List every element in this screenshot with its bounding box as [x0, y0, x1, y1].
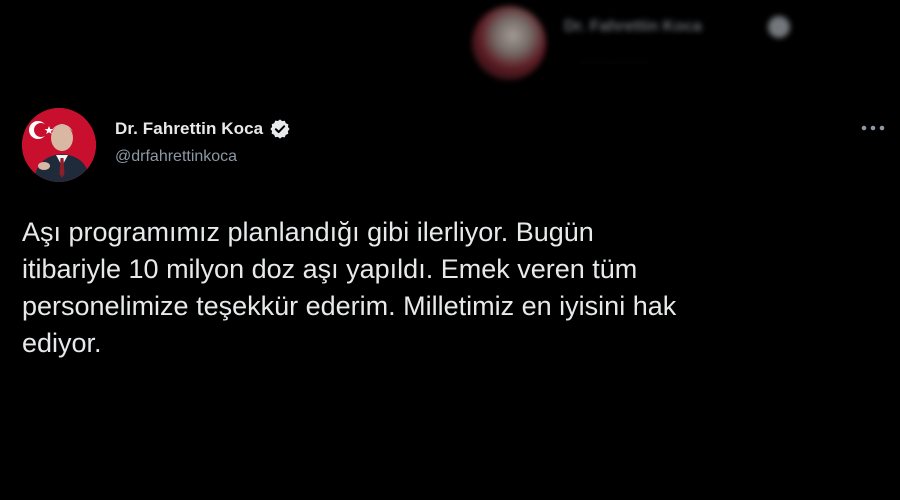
background-handle: · · · · · · · · · [580, 54, 648, 69]
more-options-icon[interactable] [858, 116, 888, 140]
tweet: Dr. Fahrettin Koca @drfahrettinkoca Aşı … [0, 100, 900, 500]
display-name-row[interactable]: Dr. Fahrettin Koca [115, 118, 291, 140]
tweet-text: Aşı programımız planlandığı gibi ilerliy… [22, 217, 677, 358]
background-display-name: Dr. Fahrettin Koca [564, 18, 702, 35]
verified-badge-icon [269, 118, 291, 140]
display-name[interactable]: Dr. Fahrettin Koca [115, 119, 263, 139]
background-avatar [472, 6, 546, 80]
avatar[interactable] [22, 108, 96, 182]
handle[interactable]: @drfahrettinkoca [115, 148, 237, 166]
background-tweet-header: Dr. Fahrettin Koca · · · · · · · · · [470, 4, 870, 84]
background-verified-icon [768, 16, 790, 38]
avatar-image [22, 108, 96, 182]
